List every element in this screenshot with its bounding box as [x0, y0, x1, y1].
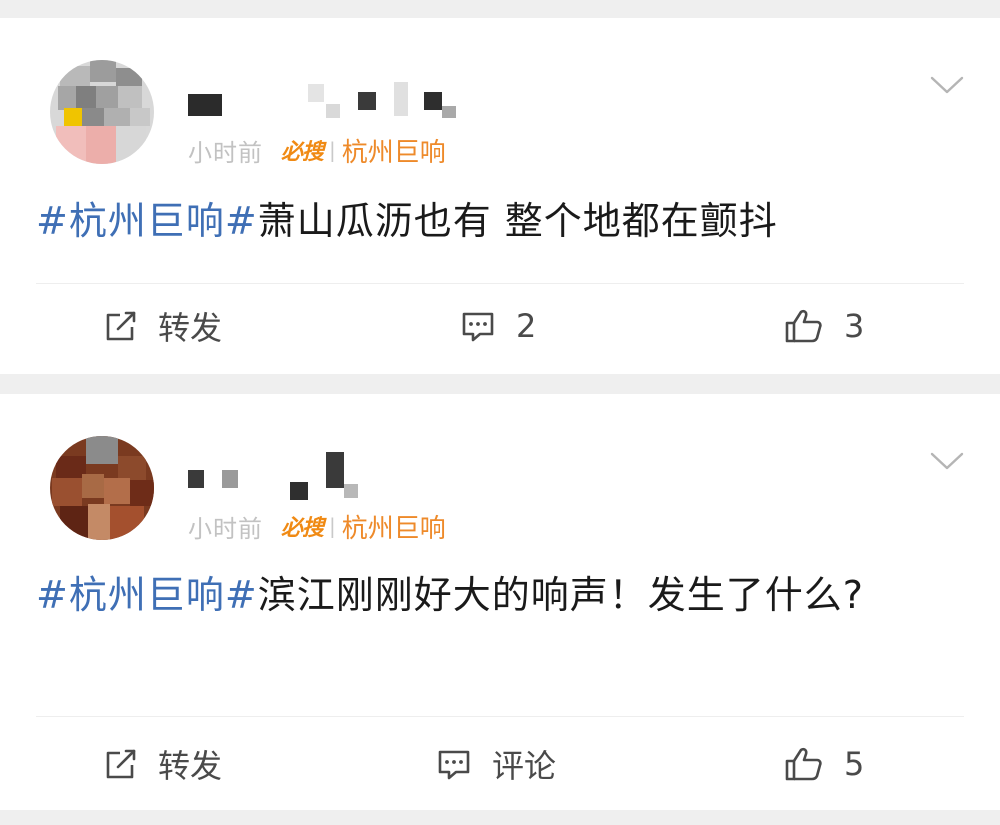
post-card[interactable]: 小时前 必搜 | 杭州巨响 #杭州巨响#萧山瓜沥也有 整个地都在颤抖 转发 2 …	[0, 18, 1000, 374]
action-bar: 转发 2 3	[0, 296, 1000, 356]
post-body: 滨江刚刚好大的响声！发生了什么?	[257, 573, 864, 617]
like-count: 5	[844, 745, 865, 783]
post-card[interactable]: 小时前 必搜 | 杭州巨响 #杭州巨响#滨江刚刚好大的响声！发生了什么? 转发	[0, 394, 1000, 810]
comment-button[interactable]: 评论	[436, 741, 556, 787]
divider	[36, 716, 964, 717]
avatar[interactable]	[50, 60, 154, 164]
post-meta: 小时前 必搜 | 杭州巨响	[188, 508, 446, 544]
source-topic-link[interactable]: 杭州巨响	[342, 508, 446, 545]
divider	[36, 283, 964, 284]
repost-button[interactable]: 转发	[104, 303, 222, 349]
comment-count: 2	[516, 307, 537, 345]
source-topic-link[interactable]: 杭州巨响	[342, 132, 446, 169]
like-icon	[785, 309, 822, 343]
post-meta: 小时前 必搜 | 杭州巨响	[188, 132, 446, 168]
post-time: 小时前	[188, 514, 263, 543]
more-chevron-icon[interactable]	[930, 74, 964, 96]
source-badge: 必搜	[281, 516, 324, 541]
comment-icon	[438, 750, 470, 780]
more-chevron-icon[interactable]	[930, 450, 964, 472]
comment-button[interactable]: 2	[460, 307, 536, 345]
comment-label: 评论	[492, 747, 557, 785]
like-button[interactable]: 5	[784, 745, 864, 783]
comment-icon	[462, 312, 494, 342]
post-body: 萧山瓜沥也有 整个地都在颤抖	[257, 199, 778, 243]
hashtag-link[interactable]: #杭州巨响#	[36, 199, 258, 243]
username-pixelated[interactable]	[188, 452, 488, 500]
action-bar: 转发 评论 5	[0, 734, 1000, 794]
repost-label: 转发	[158, 747, 223, 785]
repost-label: 转发	[158, 309, 223, 347]
hashtag-link[interactable]: #杭州巨响#	[36, 573, 258, 617]
repost-button[interactable]: 转发	[104, 741, 222, 787]
like-button[interactable]: 3	[784, 307, 864, 345]
repost-icon	[106, 311, 136, 341]
meta-separator: |	[329, 138, 336, 162]
post-text: #杭州巨响#滨江刚刚好大的响声！发生了什么?	[36, 570, 936, 620]
like-count: 3	[844, 307, 865, 345]
repost-icon	[106, 749, 136, 779]
post-text: #杭州巨响#萧山瓜沥也有 整个地都在颤抖	[36, 196, 936, 246]
like-icon	[785, 747, 822, 781]
meta-separator: |	[329, 514, 336, 538]
source-badge: 必搜	[281, 140, 324, 165]
avatar[interactable]	[50, 436, 154, 540]
post-time: 小时前	[188, 138, 263, 167]
username-pixelated[interactable]	[188, 76, 488, 124]
